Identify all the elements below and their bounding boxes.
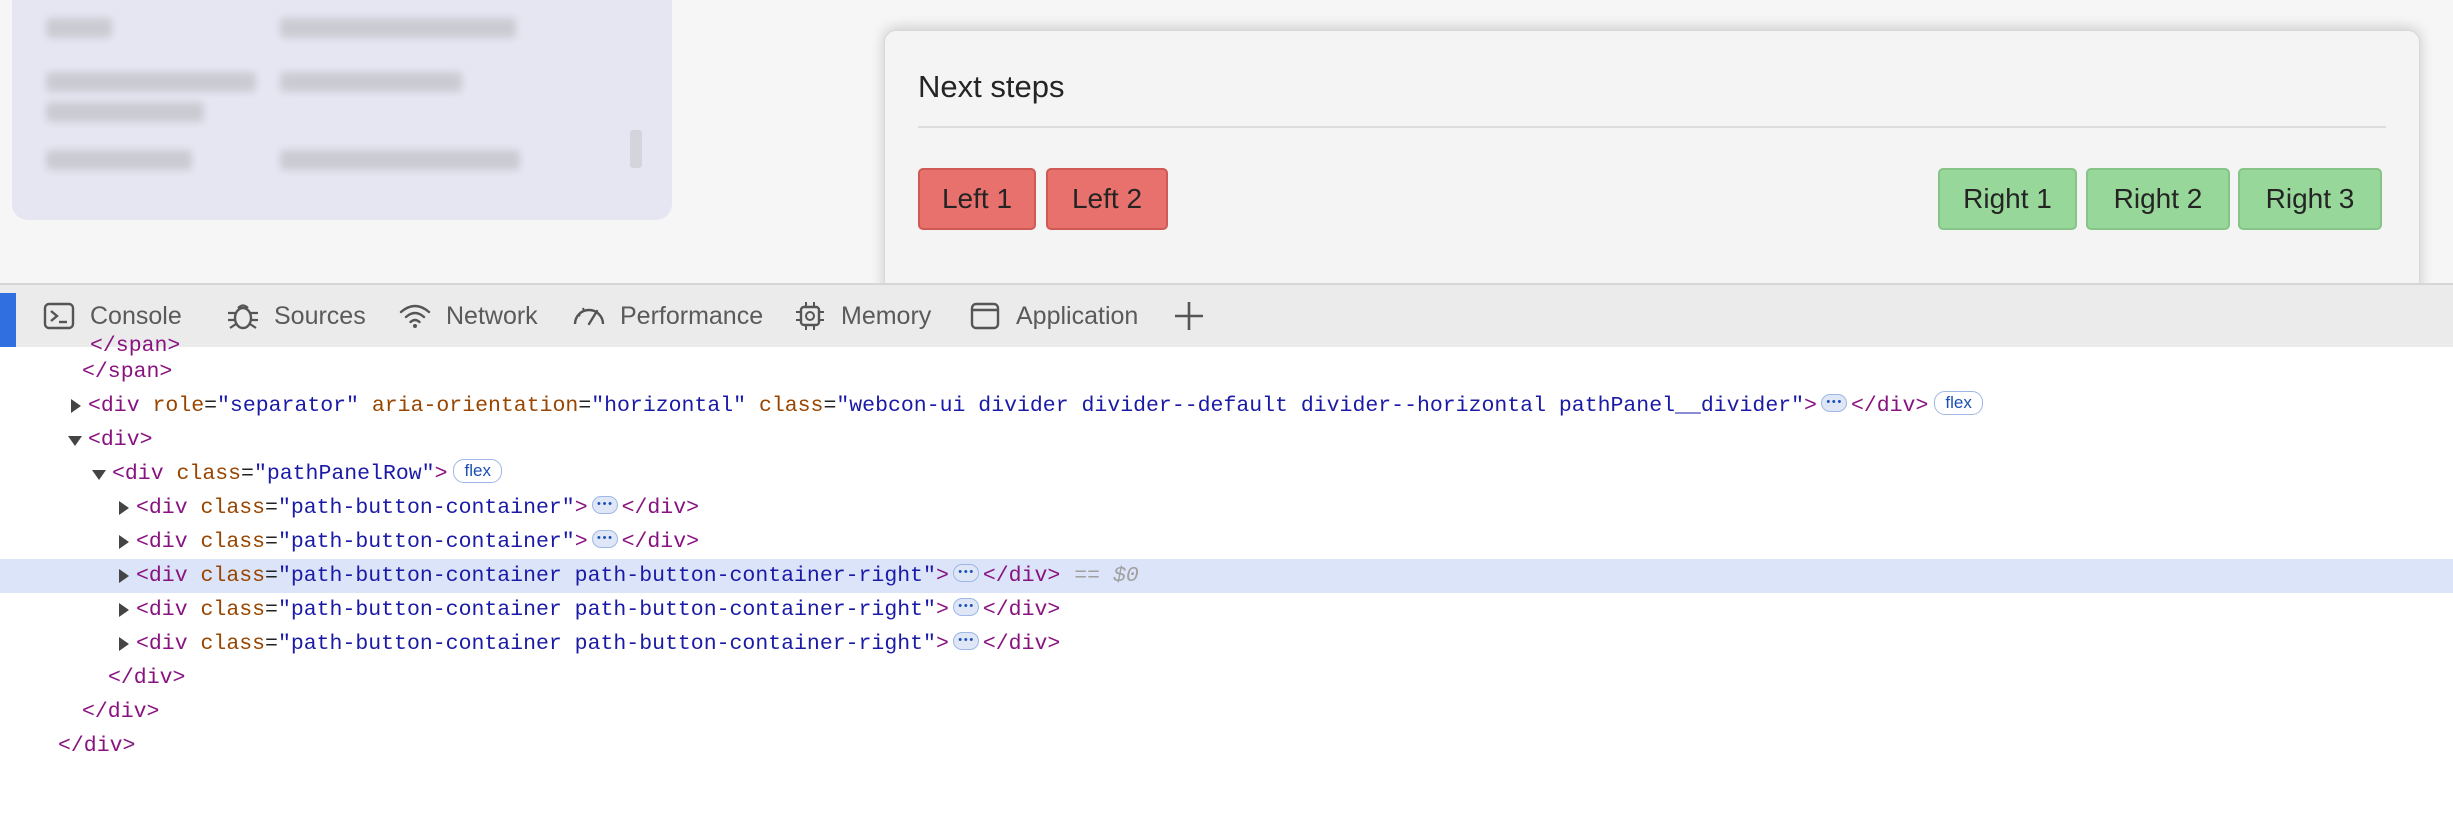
next-steps-title: Next steps <box>918 69 1065 104</box>
console-icon <box>43 302 75 330</box>
ellipsis-icon[interactable] <box>591 522 618 556</box>
blurred-text <box>280 72 462 92</box>
ellipsis-icon[interactable] <box>952 590 979 624</box>
tab-label: Sources <box>274 301 366 330</box>
dom-line-path-panel-row[interactable]: <div class="pathPanelRow"> flex <box>0 457 2453 491</box>
sources-bug-icon <box>228 304 258 330</box>
collapse-arrow-icon[interactable] <box>119 501 129 515</box>
blurred-text <box>280 18 516 38</box>
chip-icon <box>796 302 824 330</box>
dom-line-separator[interactable]: <div role="separator" aria-orientation="… <box>0 386 2453 423</box>
expand-arrow-icon[interactable] <box>68 436 82 446</box>
tab-label: Console <box>90 301 182 330</box>
flex-badge[interactable]: flex <box>453 459 502 484</box>
tab-label: Application <box>1016 301 1139 330</box>
dom-line-container-1[interactable]: <div class="path-button-container"></div… <box>0 488 2453 525</box>
tab-label: Performance <box>620 301 764 330</box>
tab-label: Network <box>446 301 538 330</box>
dom-line-close-outer[interactable]: </div> <box>0 729 2453 763</box>
path-button-left-2[interactable]: Left 2 <box>1046 168 1168 230</box>
dom-line-container-5[interactable]: <div class="path-button-container path-b… <box>0 624 2453 661</box>
next-steps-divider <box>918 126 2386 128</box>
ellipsis-icon[interactable] <box>952 624 979 658</box>
ellipsis-icon[interactable] <box>591 488 618 522</box>
collapse-arrow-icon[interactable] <box>71 399 81 413</box>
dom-line-close-span[interactable]: </span> <box>0 355 2453 389</box>
collapse-arrow-icon[interactable] <box>119 569 129 583</box>
selected-node-marker: == $0 <box>1074 564 1139 588</box>
collapse-arrow-icon[interactable] <box>119 637 129 651</box>
path-button-right-2[interactable]: Right 2 <box>2086 168 2230 230</box>
dom-line-container-4[interactable]: <div class="path-button-container path-b… <box>0 590 2453 627</box>
dom-line-close-div[interactable]: </div> <box>0 695 2453 729</box>
dom-line-container-3-selected[interactable]: <div class="path-button-container path-b… <box>0 556 2453 593</box>
dom-line-div-open[interactable]: <div> <box>0 423 2453 457</box>
blurred-text <box>46 150 192 170</box>
expand-arrow-icon[interactable] <box>92 470 106 480</box>
window-icon <box>970 302 1000 330</box>
path-button-right-3[interactable]: Right 3 <box>2238 168 2382 230</box>
blurred-text <box>46 102 204 122</box>
path-button-left-1[interactable]: Left 1 <box>918 168 1036 230</box>
dom-line-container-2[interactable]: <div class="path-button-container"></div… <box>0 522 2453 559</box>
next-steps-panel: Next steps Left 1 Left 2 Right 1 Right 2… <box>884 30 2420 283</box>
wifi-icon <box>399 304 431 328</box>
blurred-text <box>46 18 112 38</box>
info-card-blurred <box>12 0 672 220</box>
gauge-icon <box>573 307 605 326</box>
elements-dom-tree[interactable]: </span> </span> <div role="separator" ar… <box>0 334 2453 780</box>
collapse-arrow-icon[interactable] <box>119 603 129 617</box>
blurred-text <box>46 72 256 92</box>
dom-line-close-row[interactable]: </div> <box>0 661 2453 695</box>
ellipsis-icon[interactable] <box>1820 386 1847 420</box>
path-button-right-1[interactable]: Right 1 <box>1938 168 2077 230</box>
ellipsis-icon[interactable] <box>952 556 979 590</box>
tab-label: Memory <box>841 301 932 330</box>
page-content: Next steps Left 1 Left 2 Right 1 Right 2… <box>0 0 2453 283</box>
blurred-text <box>280 150 520 170</box>
flex-badge[interactable]: flex <box>1934 391 1983 416</box>
scrollbar-thumb[interactable] <box>630 130 642 168</box>
collapse-arrow-icon[interactable] <box>119 535 129 549</box>
